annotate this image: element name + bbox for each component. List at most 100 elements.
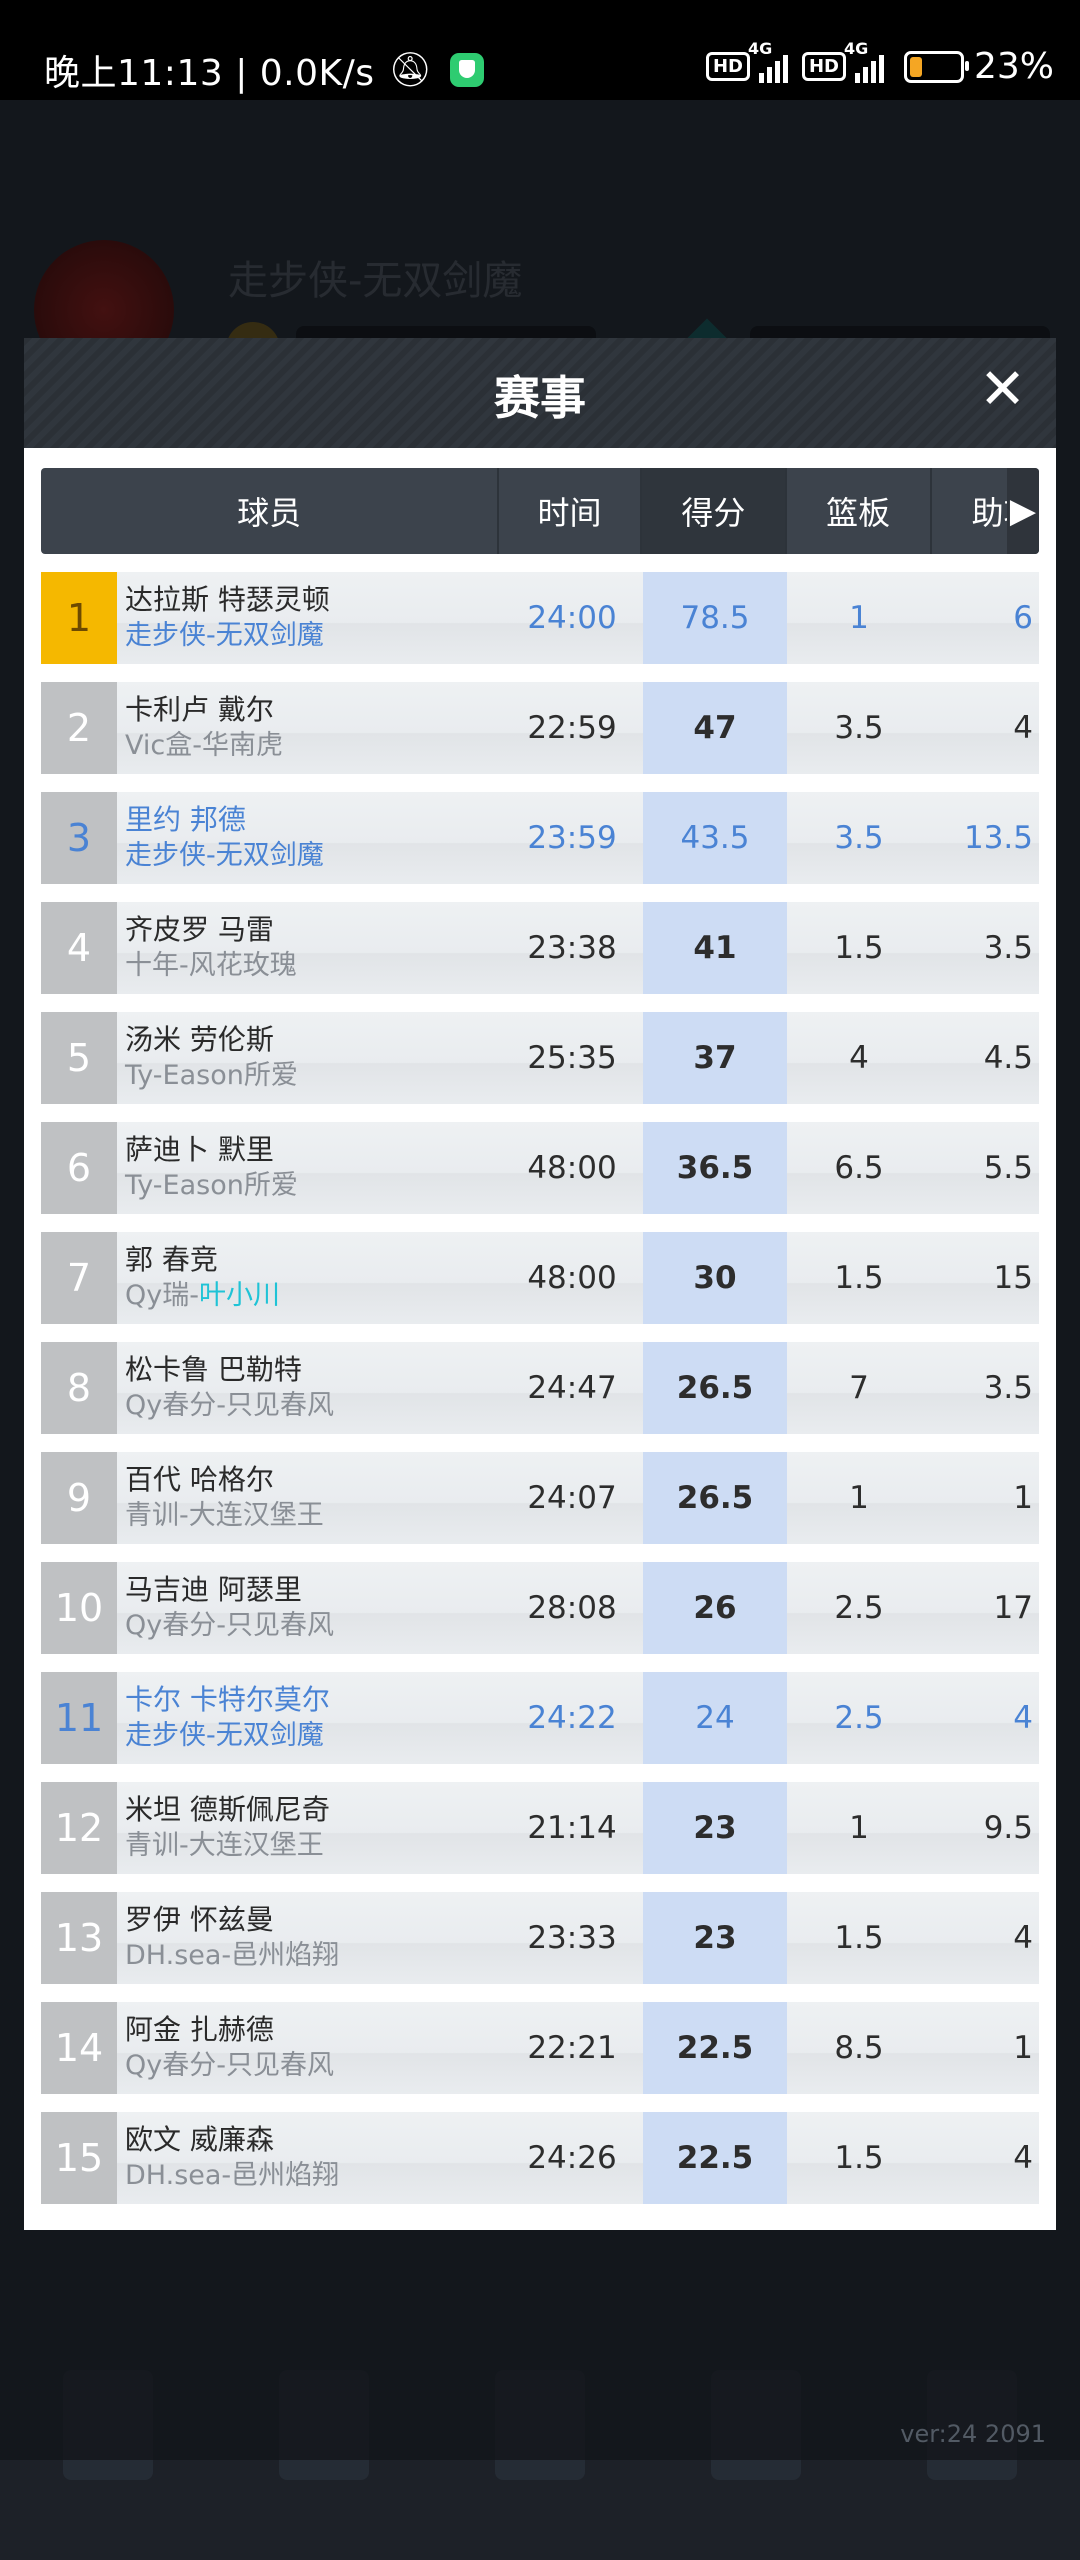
table-row[interactable]: 3 里约 邦德 走步侠-无双剑魔 23:59 43.5 3.5 13.5 bbox=[41, 792, 1039, 884]
assists-cell: 4 bbox=[1013, 710, 1033, 746]
player-name: 阿金 扎赫德 bbox=[125, 2013, 274, 2046]
player-cell: 米坦 德斯佩尼奇 青训-大连汉堡王 bbox=[125, 1782, 501, 1874]
mute-bell-icon: 🔕︎ bbox=[388, 50, 432, 90]
rank-badge: 15 bbox=[41, 2112, 117, 2204]
rank-badge: 5 bbox=[41, 1012, 117, 1104]
assists-cell: 17 bbox=[993, 1590, 1033, 1626]
scroll-right-icon[interactable]: ▶ bbox=[1007, 468, 1039, 554]
status-bar: 晚上11:13 | 0.0K/s 🔕︎ HD 4G HD 4G 23% bbox=[0, 0, 1080, 100]
score-cell: 78.5 bbox=[643, 572, 787, 664]
table-row[interactable]: 8 松卡鲁 巴勒特 Qy春分-只见春风 24:47 26.5 7 3.5 bbox=[41, 1342, 1039, 1434]
time-cell: 48:00 bbox=[527, 1260, 617, 1296]
assists-cell: 9.5 bbox=[983, 1810, 1033, 1846]
score-cell: 36.5 bbox=[643, 1122, 787, 1214]
player-cell: 郭 春竞 Qy瑞-叶小川 bbox=[125, 1232, 501, 1324]
table-row[interactable]: 7 郭 春竞 Qy瑞-叶小川 48:00 30 1.5 15 bbox=[41, 1232, 1039, 1324]
signal-icon: 4G bbox=[748, 39, 788, 83]
status-time-speed: 晚上11:13 | 0.0K/s bbox=[44, 53, 375, 94]
player-name: 米坦 德斯佩尼奇 bbox=[125, 1793, 330, 1826]
rank-badge: 13 bbox=[41, 1892, 117, 1984]
table-row[interactable]: 9 百代 哈格尔 青训-大连汉堡王 24:07 26.5 1 1 bbox=[41, 1452, 1039, 1544]
time-cell: 24:26 bbox=[527, 2140, 617, 2176]
table-row[interactable]: 11 卡尔 卡特尔莫尔 走步侠-无双剑魔 24:22 24 2.5 4 bbox=[41, 1672, 1039, 1764]
rebounds-cell: 3.5 bbox=[834, 710, 884, 746]
player-cell: 萨迪卜 默里 Ty-Eason所爱 bbox=[125, 1122, 501, 1214]
player-team: 走步侠-无双剑魔 bbox=[125, 840, 324, 871]
score-cell: 26.5 bbox=[643, 1342, 787, 1434]
player-cell: 卡利卢 戴尔 Vic盒-华南虎 bbox=[125, 682, 501, 774]
player-cell: 马吉迪 阿瑟里 Qy春分-只见春风 bbox=[125, 1562, 501, 1654]
score-cell: 23 bbox=[643, 1892, 787, 1984]
rank-badge: 1 bbox=[41, 572, 117, 664]
player-cell: 里约 邦德 走步侠-无双剑魔 bbox=[125, 792, 501, 884]
player-team: 走步侠-无双剑魔 bbox=[125, 620, 324, 651]
rebounds-cell: 7 bbox=[849, 1370, 869, 1406]
shield-icon bbox=[449, 53, 484, 87]
column-header-rebounds[interactable]: 篮板 bbox=[787, 468, 932, 554]
assists-cell: 1 bbox=[1013, 1480, 1033, 1516]
table-row[interactable]: 10 马吉迪 阿瑟里 Qy春分-只见春风 28:08 26 2.5 17 bbox=[41, 1562, 1039, 1654]
player-name: 欧文 威廉森 bbox=[125, 2123, 274, 2156]
rebounds-cell: 2.5 bbox=[834, 1590, 884, 1626]
player-cell: 阿金 扎赫德 Qy春分-只见春风 bbox=[125, 2002, 501, 2094]
team-suffix: 叶小川 bbox=[198, 1280, 280, 1311]
player-team: Qy春分-只见春风 bbox=[125, 2050, 334, 2081]
table-row[interactable]: 15 欧文 威廉森 DH.sea-邑州焰翔 24:26 22.5 1.5 4 bbox=[41, 2112, 1039, 2204]
close-icon[interactable]: ✕ bbox=[979, 360, 1026, 420]
table-row[interactable]: 6 萨迪卜 默里 Ty-Eason所爱 48:00 36.5 6.5 5.5 bbox=[41, 1122, 1039, 1214]
player-cell: 卡尔 卡特尔莫尔 走步侠-无双剑魔 bbox=[125, 1672, 501, 1764]
player-name: 卡尔 卡特尔莫尔 bbox=[125, 1683, 330, 1716]
score-cell: 22.5 bbox=[643, 2112, 787, 2204]
player-team: Ty-Eason所爱 bbox=[125, 1060, 298, 1091]
player-cell: 百代 哈格尔 青训-大连汉堡王 bbox=[125, 1452, 501, 1544]
assists-cell: 3.5 bbox=[983, 1370, 1033, 1406]
table-row[interactable]: 1 达拉斯 特瑟灵顿 走步侠-无双剑魔 24:00 78.5 1 6 bbox=[41, 572, 1039, 664]
player-cell: 汤米 劳伦斯 Ty-Eason所爱 bbox=[125, 1012, 501, 1104]
player-team: Qy春分-只见春风 bbox=[125, 1390, 334, 1421]
assists-cell: 4.5 bbox=[983, 1040, 1033, 1076]
column-header-score[interactable]: 得分 bbox=[641, 468, 787, 554]
time-cell: 23:38 bbox=[527, 930, 617, 966]
player-name: 里约 邦德 bbox=[125, 803, 246, 836]
assists-cell: 1 bbox=[1013, 2030, 1033, 2066]
assists-cell: 3.5 bbox=[983, 930, 1033, 966]
table-row[interactable]: 12 米坦 德斯佩尼奇 青训-大连汉堡王 21:14 23 1 9.5 bbox=[41, 1782, 1039, 1874]
time-cell: 23:33 bbox=[527, 1920, 617, 1956]
stats-table[interactable]: 球员 时间 得分 篮板 助攻 ▶ 1 达拉斯 特瑟灵顿 走步侠-无双剑魔 24:… bbox=[41, 468, 1039, 2204]
table-row[interactable]: 2 卡利卢 戴尔 Vic盒-华南虎 22:59 47 3.5 4 bbox=[41, 682, 1039, 774]
status-right: HD 4G HD 4G 23% bbox=[705, 39, 1054, 87]
time-cell: 24:07 bbox=[527, 1480, 617, 1516]
player-team: 走步侠-无双剑魔 bbox=[125, 1720, 324, 1751]
rank-badge: 11 bbox=[41, 1672, 117, 1764]
rebounds-cell: 8.5 bbox=[834, 2030, 884, 2066]
player-team: DH.sea-邑州焰翔 bbox=[125, 1940, 340, 1971]
column-header-player[interactable]: 球员 bbox=[41, 468, 500, 554]
player-name: 汤米 劳伦斯 bbox=[125, 1023, 274, 1056]
table-header: 球员 时间 得分 篮板 助攻 ▶ bbox=[41, 468, 1039, 554]
rebounds-cell: 6.5 bbox=[834, 1150, 884, 1186]
table-row[interactable]: 5 汤米 劳伦斯 Ty-Eason所爱 25:35 37 4 4.5 bbox=[41, 1012, 1039, 1104]
modal-header: 赛事 ✕ bbox=[24, 338, 1056, 448]
score-cell: 47 bbox=[643, 682, 787, 774]
rebounds-cell: 1.5 bbox=[834, 1260, 884, 1296]
rebounds-cell: 1.5 bbox=[834, 930, 884, 966]
table-row[interactable]: 4 齐皮罗 马雷 十年-风花玫瑰 23:38 41 1.5 3.5 bbox=[41, 902, 1039, 994]
rank-badge: 7 bbox=[41, 1232, 117, 1324]
player-name: 达拉斯 特瑟灵顿 bbox=[125, 583, 330, 616]
assists-cell: 15 bbox=[993, 1260, 1033, 1296]
version-label: ver:24 2091 bbox=[900, 2420, 1046, 2448]
time-cell: 24:47 bbox=[527, 1370, 617, 1406]
table-row[interactable]: 13 罗伊 怀兹曼 DH.sea-邑州焰翔 23:33 23 1.5 4 bbox=[41, 1892, 1039, 1984]
rank-badge: 8 bbox=[41, 1342, 117, 1434]
column-header-time[interactable]: 时间 bbox=[499, 468, 642, 554]
player-name: 萨迪卜 默里 bbox=[125, 1133, 274, 1166]
status-left: 晚上11:13 | 0.0K/s 🔕︎ bbox=[44, 44, 484, 96]
rebounds-cell: 3.5 bbox=[834, 820, 884, 856]
score-cell: 26.5 bbox=[643, 1452, 787, 1544]
player-cell: 欧文 威廉森 DH.sea-邑州焰翔 bbox=[125, 2112, 501, 2204]
player-team: Qy春分-只见春风 bbox=[125, 1610, 334, 1641]
time-cell: 23:59 bbox=[527, 820, 617, 856]
assists-cell: 13.5 bbox=[963, 820, 1033, 856]
rank-badge: 6 bbox=[41, 1122, 117, 1214]
table-row[interactable]: 14 阿金 扎赫德 Qy春分-只见春风 22:21 22.5 8.5 1 bbox=[41, 2002, 1039, 2094]
